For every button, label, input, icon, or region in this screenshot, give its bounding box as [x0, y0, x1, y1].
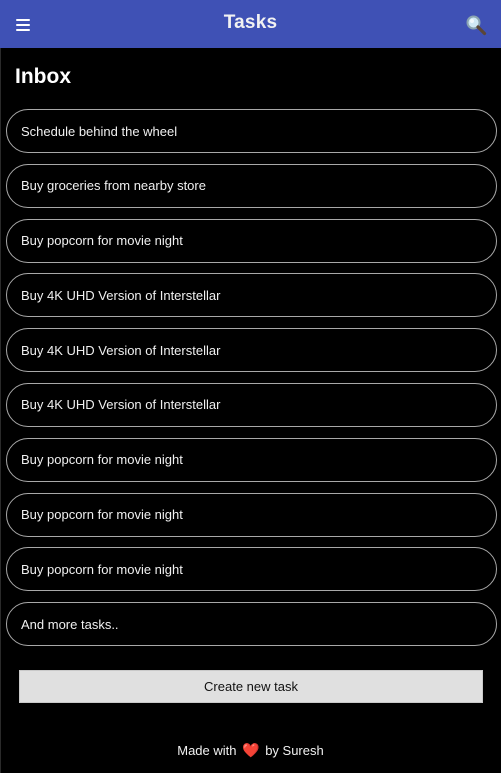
inbox-title: Inbox — [15, 65, 71, 88]
task-item[interactable]: Buy 4K UHD Version of Interstellar — [6, 382, 497, 427]
footer-credit: Made with ❤️ by Suresh — [0, 742, 501, 759]
task-item[interactable]: Buy popcorn for movie night — [6, 492, 497, 537]
task-item[interactable]: Buy popcorn for movie night — [6, 547, 497, 592]
app-header: Tasks — [0, 0, 501, 48]
task-item[interactable]: Schedule behind the wheel — [6, 109, 497, 153]
task-item[interactable]: Buy popcorn for movie night — [6, 218, 497, 263]
heart-icon: ❤️ — [242, 742, 260, 758]
task-item[interactable]: Buy 4K UHD Version of Interstellar — [6, 328, 497, 373]
search-icon[interactable] — [465, 14, 487, 36]
footer-author: by Suresh — [265, 743, 324, 758]
task-item[interactable]: Buy 4K UHD Version of Interstellar — [6, 273, 497, 318]
task-list: Schedule behind the wheel Buy groceries … — [6, 109, 497, 657]
footer-made-with: Made with — [177, 743, 237, 758]
more-tasks-item[interactable]: And more tasks.. — [6, 602, 497, 647]
app: Tasks Inbox Schedule behind the wheel Bu… — [0, 0, 501, 773]
edge-divider — [0, 48, 1, 773]
task-item[interactable]: Buy groceries from nearby store — [6, 163, 497, 208]
header-title: Tasks — [223, 12, 278, 33]
create-task-button[interactable]: Create new task — [19, 670, 483, 703]
task-item[interactable]: Buy popcorn for movie night — [6, 437, 497, 482]
